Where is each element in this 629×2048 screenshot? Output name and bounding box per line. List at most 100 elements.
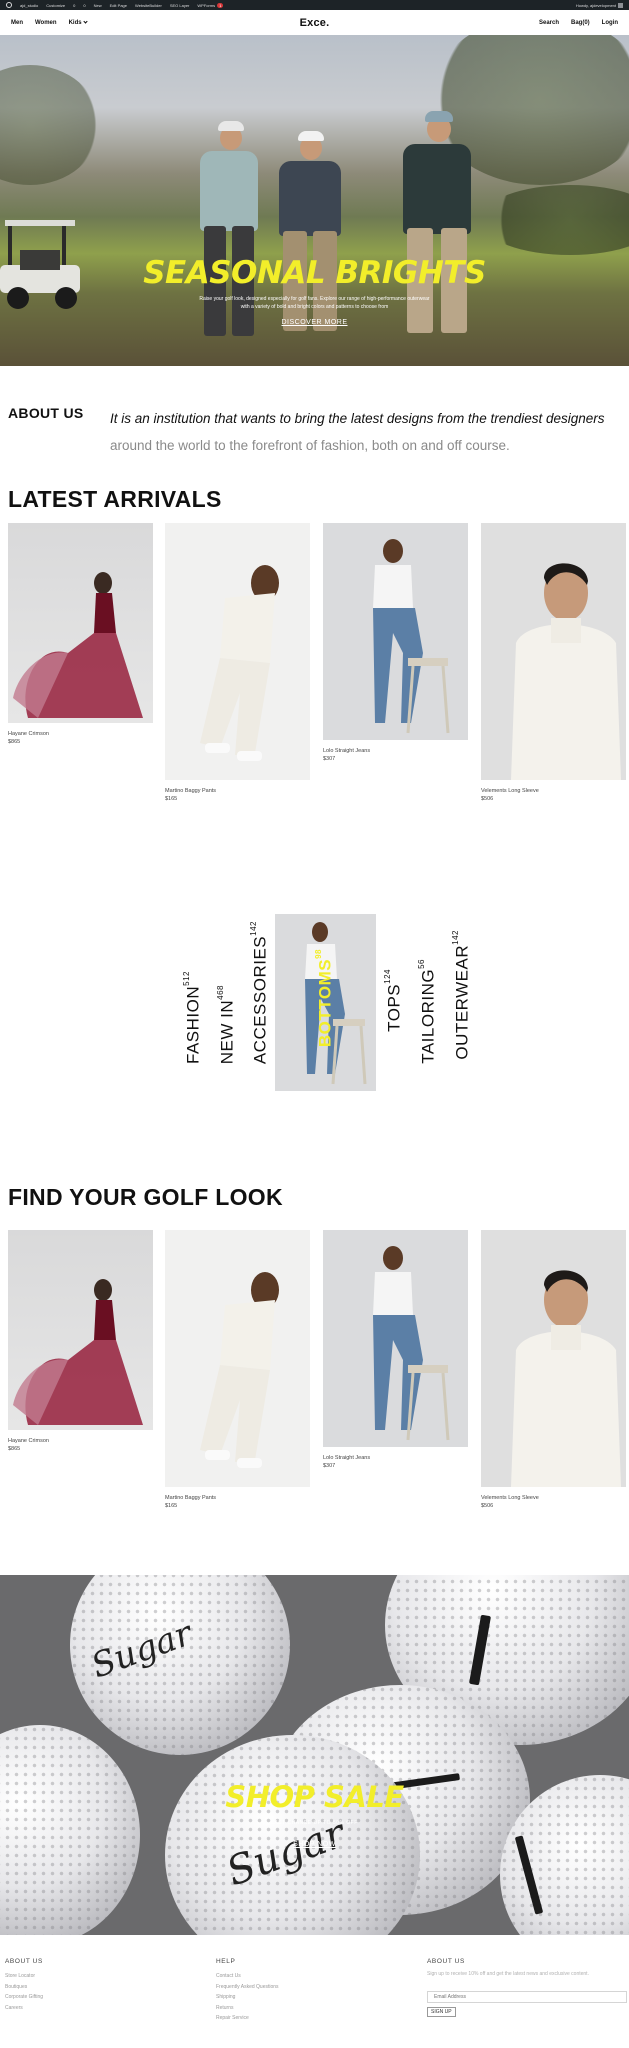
category-tailoring[interactable]: TAILORING56: [417, 959, 439, 1064]
product-name[interactable]: Lolo Straight Jeans: [323, 1455, 468, 1461]
category-outerwear[interactable]: OUTERWEAR142: [451, 930, 473, 1060]
admin-greeting: Howdy, ajdevelopment: [575, 2, 616, 8]
product-name[interactable]: Lolo Straight Jeans: [323, 748, 468, 754]
admin-seo[interactable]: SEO Layer: [170, 3, 190, 8]
sale-subtitle: LAST CHANCE UP TO 50% OFF: [271, 1820, 358, 1826]
site-footer: ABOUT US Store Locator Boutiques Corpora…: [0, 1935, 629, 2048]
site-logo[interactable]: Exce.: [300, 17, 330, 29]
discover-more-link[interactable]: DISCOVER MORE: [281, 319, 347, 326]
admin-comments[interactable]: 0: [83, 3, 85, 8]
wordpress-logo-icon[interactable]: [6, 2, 12, 8]
admin-new[interactable]: New: [94, 3, 102, 8]
footer-column-help: HELP Contact Us Frequently Asked Questio…: [216, 1958, 279, 2024]
search-link[interactable]: Search: [539, 20, 559, 26]
admin-website-builder[interactable]: WebsiteBuilder: [135, 3, 162, 8]
admin-account[interactable]: Howdy, ajdevelopment: [575, 2, 623, 8]
admin-edit-page[interactable]: Edit Page: [110, 3, 127, 8]
admin-wpforms[interactable]: WPForms 1: [197, 2, 224, 8]
main-nav: Men Women Kids: [11, 18, 88, 26]
category-fashion[interactable]: FASHION512: [182, 971, 204, 1064]
product-card[interactable]: Hayane Crimson $865: [8, 523, 153, 745]
category-label: FASHION: [183, 985, 203, 1064]
admin-customize[interactable]: Customize: [46, 3, 65, 8]
category-label: BOTTOMS: [315, 958, 335, 1047]
product-price: $165: [165, 1503, 178, 1509]
about-section: ABOUT US It is an institution that wants…: [8, 405, 621, 459]
product-price: $165: [165, 796, 178, 802]
hero-content: SEASONAL BRIGHTS Raise your golf look, d…: [0, 255, 629, 329]
about-text: It is an institution that wants to bring…: [110, 405, 621, 459]
product-card[interactable]: Velements Long Sleeve $506: [481, 1230, 626, 1509]
product-image[interactable]: [165, 1230, 310, 1487]
category-tops[interactable]: TOPS124: [383, 969, 405, 1032]
footer-link[interactable]: Corporate Gifting: [5, 1992, 43, 2003]
product-image[interactable]: [323, 523, 468, 740]
footer-link[interactable]: Store Locator: [5, 1971, 43, 1982]
footer-heading: ABOUT US: [5, 1958, 43, 1965]
product-price: $865: [8, 739, 21, 745]
product-name[interactable]: Velements Long Sleeve: [481, 1495, 626, 1501]
product-card[interactable]: Lolo Straight Jeans $307: [323, 1230, 468, 1469]
product-image[interactable]: [8, 523, 153, 723]
product-name[interactable]: Martino Baggy Pants: [165, 1495, 310, 1501]
utility-nav: Search Bag(0) Login: [539, 20, 618, 26]
hero-subtitle-line: with a variety of bold and bright colors…: [240, 304, 389, 310]
category-label: TOPS: [384, 984, 404, 1032]
latest-product-grid: Hayane Crimson $865 Martino Baggy Pants …: [8, 523, 626, 813]
shop-now-link[interactable]: SHOP NOW: [293, 1841, 336, 1848]
login-link[interactable]: Login: [602, 20, 618, 26]
product-image[interactable]: [8, 1230, 153, 1430]
product-image[interactable]: [481, 523, 626, 780]
category-count: 98: [314, 948, 323, 959]
category-label: ACCESSORIES: [250, 935, 270, 1064]
bag-link[interactable]: Bag(0): [571, 20, 590, 26]
golf-ball-image: Sugar: [70, 1575, 290, 1755]
footer-link[interactable]: Repair Service: [216, 2013, 279, 2024]
product-card[interactable]: Lolo Straight Jeans $307: [323, 523, 468, 762]
product-price: $307: [323, 756, 336, 762]
product-card[interactable]: Martino Baggy Pants $165: [165, 1230, 310, 1509]
product-price: $506: [481, 796, 494, 802]
product-name[interactable]: Hayane Crimson: [8, 1438, 153, 1444]
email-field[interactable]: [427, 1991, 627, 2003]
footer-link[interactable]: Boutiques: [5, 1982, 43, 1993]
product-card[interactable]: Velements Long Sleeve $506: [481, 523, 626, 802]
nav-women[interactable]: Women: [35, 20, 57, 26]
category-label: OUTERWEAR: [452, 945, 472, 1060]
category-count: 142: [451, 930, 460, 946]
category-new-in[interactable]: NEW IN468: [216, 985, 238, 1064]
hero-title: SEASONAL BRIGHTS: [143, 255, 486, 291]
sale-title: SHOP SALE: [225, 1780, 404, 1814]
category-accessories[interactable]: ACCESSORIES142: [249, 921, 271, 1064]
footer-link[interactable]: Returns: [216, 2003, 279, 2014]
sale-banner: Sugar Sugar SHOP SALE LAST CHANCE UP TO …: [0, 1575, 629, 1935]
nav-men[interactable]: Men: [11, 20, 23, 26]
category-bottoms[interactable]: BOTTOMS98: [314, 949, 336, 1047]
nav-kids[interactable]: Kids: [68, 18, 88, 26]
product-card[interactable]: Hayane Crimson $865: [8, 1230, 153, 1452]
product-image[interactable]: [481, 1230, 626, 1487]
footer-link[interactable]: Careers: [5, 2003, 43, 2014]
product-image[interactable]: [323, 1230, 468, 1447]
footer-link[interactable]: Shipping: [216, 1992, 279, 2003]
product-name[interactable]: Velements Long Sleeve: [481, 788, 626, 794]
admin-site-name[interactable]: ajd_studio: [20, 3, 38, 8]
footer-link[interactable]: Contact Us: [216, 1971, 279, 1982]
footer-link[interactable]: Frequently Asked Questions: [216, 1982, 279, 1993]
admin-updates[interactable]: 0: [73, 3, 75, 8]
about-text-muted: around the world to the forefront of fas…: [110, 438, 510, 453]
product-price: $506: [481, 1503, 494, 1509]
nav-kids-label: Kids: [68, 19, 82, 26]
product-price: $865: [8, 1446, 21, 1452]
category-count: 512: [182, 971, 191, 986]
product-card[interactable]: Martino Baggy Pants $165: [165, 523, 310, 802]
sign-up-button[interactable]: SIGN UP: [427, 2007, 456, 2017]
avatar: [618, 2, 623, 8]
category-label: NEW IN: [217, 999, 237, 1064]
product-name[interactable]: Hayane Crimson: [8, 731, 153, 737]
wpforms-badge: 1: [217, 2, 224, 8]
product-image[interactable]: [165, 523, 310, 780]
admin-bar: ajd_studio Customize 0 0 New Edit Page W…: [0, 0, 629, 10]
product-name[interactable]: Martino Baggy Pants: [165, 788, 310, 794]
footer-heading: HELP: [216, 1958, 236, 1965]
